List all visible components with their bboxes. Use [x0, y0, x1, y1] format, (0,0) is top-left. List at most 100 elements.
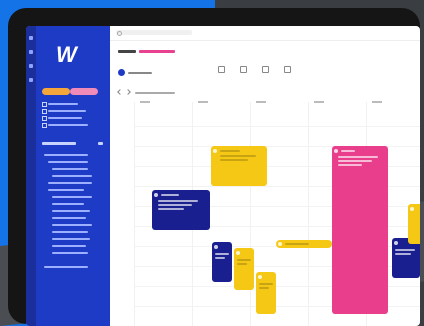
sidebar-section-toggle[interactable] — [98, 142, 103, 145]
event-detail — [395, 249, 415, 251]
page-title — [118, 49, 176, 54]
settings-icon — [283, 66, 291, 73]
event-detail — [215, 257, 225, 259]
day-header — [198, 100, 208, 104]
date-navigation[interactable] — [117, 89, 175, 95]
calendar-event[interactable] — [212, 242, 232, 282]
event-detail — [220, 159, 248, 161]
event-detail — [237, 259, 251, 261]
page-title-main — [118, 50, 136, 53]
avatar[interactable] — [118, 69, 125, 76]
event-avatar — [236, 251, 240, 255]
day-header — [314, 100, 324, 104]
event-detail — [158, 204, 192, 206]
sidebar-checkbox[interactable] — [42, 123, 47, 128]
grid-col — [250, 102, 251, 326]
toolbar-button-2[interactable] — [232, 66, 254, 80]
sidebar-item[interactable] — [48, 182, 92, 184]
event-avatar — [213, 149, 217, 153]
toolbar-button-1[interactable] — [210, 66, 232, 80]
sidebar-section-header — [42, 142, 76, 145]
event-detail — [220, 155, 256, 157]
sidebar-footer-item[interactable] — [44, 266, 88, 268]
sidebar-checkbox[interactable] — [42, 116, 47, 121]
sidebar-item[interactable] — [48, 103, 78, 105]
event-title — [341, 150, 355, 152]
sidebar-item[interactable] — [52, 196, 92, 198]
grid-col — [134, 102, 135, 326]
app-logo: W — [56, 42, 77, 68]
nav-prev[interactable] — [117, 89, 123, 95]
sidebar-item[interactable] — [52, 175, 92, 177]
sidebar-item[interactable] — [52, 168, 88, 170]
calendar-event[interactable] — [234, 248, 254, 290]
event-avatar — [214, 245, 218, 249]
event-avatar — [258, 275, 262, 279]
calendar-icon — [217, 66, 225, 73]
sidebar-item[interactable] — [48, 117, 82, 119]
toolbar-button-4[interactable] — [276, 66, 298, 80]
app-screen: W — [26, 26, 420, 326]
page-title-accent — [139, 50, 176, 53]
calendar-event[interactable] — [256, 272, 276, 314]
calendar-main — [110, 26, 420, 326]
sidebar-item[interactable] — [52, 252, 88, 254]
calendar-event[interactable] — [332, 146, 388, 314]
event-title — [220, 150, 240, 152]
sidebar-item[interactable] — [52, 203, 84, 205]
event-title — [285, 243, 309, 245]
calendar-event-strip[interactable] — [276, 240, 332, 248]
event-avatar — [410, 207, 414, 211]
event-detail — [259, 287, 269, 289]
grid-row — [134, 126, 420, 127]
sidebar-item[interactable] — [48, 110, 86, 112]
calendar-event[interactable] — [152, 190, 210, 230]
sidebar-subheader — [44, 154, 88, 156]
calendar-event[interactable] — [408, 204, 420, 244]
event-detail — [215, 253, 229, 255]
logo-text: W — [56, 42, 77, 67]
event-detail — [338, 156, 378, 158]
event-detail — [338, 160, 372, 162]
sidebar-item[interactable] — [52, 217, 86, 219]
sidebar-item[interactable] — [52, 245, 86, 247]
user-icon[interactable] — [29, 64, 33, 68]
sidebar-item[interactable] — [52, 231, 88, 233]
sidebar-item[interactable] — [52, 238, 90, 240]
nav-next[interactable] — [125, 89, 131, 95]
tablet-device: W — [8, 8, 420, 326]
event-detail — [395, 253, 411, 255]
grid-col — [308, 102, 309, 326]
settings-icon[interactable] — [29, 78, 33, 82]
sidebar-item[interactable] — [48, 189, 84, 191]
sidebar-item[interactable] — [48, 124, 88, 126]
day-header — [256, 100, 266, 104]
event-detail — [259, 283, 273, 285]
event-avatar — [394, 241, 398, 245]
user-icon — [239, 66, 247, 73]
calendar-icon[interactable] — [29, 50, 33, 54]
day-header — [140, 100, 150, 104]
toolbar-button-3[interactable] — [254, 66, 276, 80]
search-input[interactable] — [116, 30, 192, 35]
filter-pill-orange[interactable] — [42, 88, 70, 95]
search-icon[interactable] — [117, 31, 122, 36]
menu-icon[interactable] — [29, 36, 33, 40]
sidebar-checkbox[interactable] — [42, 109, 47, 114]
top-bar — [110, 26, 420, 41]
sidebar-item[interactable] — [52, 210, 90, 212]
sidebar-checkbox[interactable] — [42, 102, 47, 107]
user-name — [128, 71, 152, 75]
event-avatar — [278, 242, 282, 246]
filter-pill-pink[interactable] — [70, 88, 98, 95]
sidebar-item[interactable] — [48, 161, 88, 163]
event-avatar — [334, 149, 338, 153]
event-detail — [338, 164, 362, 166]
day-header — [372, 100, 382, 104]
sidebar-rail — [26, 26, 36, 326]
filter-icon — [261, 66, 269, 73]
calendar-event[interactable] — [211, 146, 267, 186]
calendar-event[interactable] — [392, 238, 420, 278]
event-detail — [158, 200, 198, 202]
sidebar-item[interactable] — [52, 224, 92, 226]
